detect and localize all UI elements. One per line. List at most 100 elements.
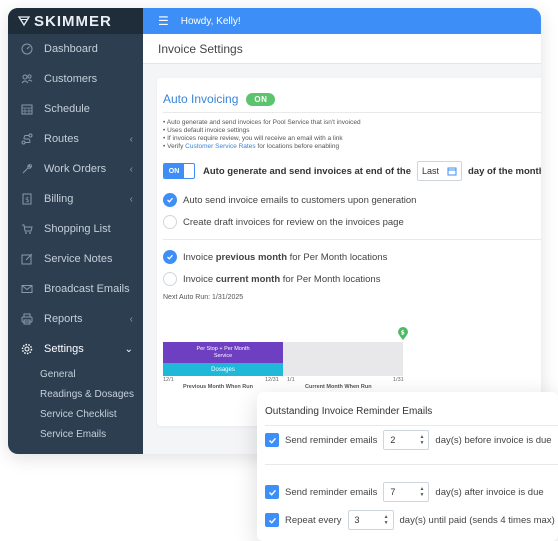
- hamburger-menu-icon[interactable]: ☰: [158, 14, 169, 28]
- dollar-pin-icon: $: [398, 327, 408, 340]
- billing-icon: $: [20, 192, 34, 206]
- customers-icon: [20, 72, 34, 86]
- check-circle-icon: [163, 193, 177, 207]
- status-badge: ON: [246, 92, 276, 106]
- info-bullets: • Auto generate and send invoices for Po…: [157, 113, 541, 151]
- checkbox-checked-icon[interactable]: [265, 485, 279, 499]
- sidebar-item-label: Settings: [44, 343, 84, 355]
- sidebar-item-label: Routes: [44, 133, 79, 145]
- row-label: Send reminder emails: [285, 434, 378, 446]
- option-create-draft[interactable]: Create draft invoices for review on the …: [157, 211, 541, 233]
- sidebar-item-label: Customers: [44, 73, 98, 85]
- sidebar-item-service-notes[interactable]: Service Notes: [8, 244, 143, 274]
- stepper-icon[interactable]: ▲ ▼: [384, 514, 389, 526]
- cart-icon: [20, 222, 34, 236]
- app-window: SKIMMER Dashboard Customers Schedule Rou…: [8, 8, 541, 454]
- auto-invoicing-card: Auto Invoicing ON • Auto generate and se…: [157, 78, 541, 426]
- option-current-month[interactable]: Invoice current month for Per Month loca…: [157, 268, 541, 290]
- option-previous-month[interactable]: Invoice previous month for Per Month loc…: [157, 246, 541, 268]
- generate-suffix: day of the month: [468, 165, 541, 177]
- sidebar-subitem-service-checklist[interactable]: Service Checklist: [8, 404, 143, 424]
- option-label: Invoice current month for Per Month loca…: [183, 273, 381, 285]
- check-circle-icon: [163, 250, 177, 264]
- checkbox-checked-icon[interactable]: [265, 513, 279, 527]
- sidebar-item-label: Shopping List: [44, 223, 111, 235]
- settings-submenu: General Readings & Dosages Service Check…: [8, 364, 143, 444]
- billing-timeline: $ Per Stop + Per Month Service Dosages 1…: [163, 327, 408, 398]
- sidebar-item-label: Dashboard: [44, 43, 98, 55]
- sidebar: SKIMMER Dashboard Customers Schedule Rou…: [8, 8, 143, 454]
- mail-icon: [20, 282, 34, 296]
- divider: [265, 425, 558, 426]
- dashboard-icon: [20, 42, 34, 56]
- toggle-label: ON: [164, 164, 184, 178]
- note-icon: [20, 252, 34, 266]
- sidebar-item-reports[interactable]: Reports ‹: [8, 304, 143, 334]
- sidebar-subitem-general[interactable]: General: [8, 364, 143, 384]
- svg-text:$: $: [25, 196, 29, 204]
- auto-invoicing-header: Auto Invoicing ON: [157, 92, 541, 106]
- option-label: Create draft invoices for review on the …: [183, 216, 404, 228]
- option-label: Auto send invoice emails to customers up…: [183, 194, 417, 206]
- reminder-emails-panel: Outstanding Invoice Reminder Emails Send…: [257, 392, 558, 541]
- row-label: Send reminder emails: [285, 486, 378, 498]
- sidebar-item-shopping-list[interactable]: Shopping List: [8, 214, 143, 244]
- chevron-left-icon: ‹: [129, 163, 133, 175]
- sidebar-subitem-service-emails[interactable]: Service Emails: [8, 424, 143, 444]
- bullet-item: • If invoices require review, you will r…: [163, 135, 343, 142]
- bullet-item: • Verify Customer Service Rates for loca…: [163, 143, 340, 150]
- days-before-input[interactable]: 2 ▲ ▼: [383, 430, 430, 450]
- per-stop-bar: Per Stop + Per Month Service: [163, 342, 283, 363]
- sidebar-item-billing[interactable]: $ Billing ‹: [8, 184, 143, 214]
- sidebar-item-label: Billing: [44, 193, 74, 205]
- auto-generate-row: ON Auto generate and send invoices at en…: [157, 151, 541, 181]
- auto-generate-toggle[interactable]: ON: [163, 163, 195, 179]
- period-select[interactable]: Last: [416, 161, 462, 181]
- bullet-item: • Uses default invoice settings: [163, 127, 250, 134]
- timeline-label: Current Month When Run: [305, 384, 372, 390]
- repeat-days-input[interactable]: 3 ▲ ▼: [347, 510, 394, 530]
- calendar-icon: [20, 102, 34, 116]
- next-auto-run: Next Auto Run: 1/31/2025: [163, 294, 244, 301]
- sidebar-item-settings[interactable]: Settings ⌄: [8, 334, 143, 364]
- option-auto-send[interactable]: Auto send invoice emails to customers up…: [157, 189, 541, 211]
- timeline-date: 12/31: [265, 377, 279, 383]
- sidebar-item-broadcast-emails[interactable]: Broadcast Emails: [8, 274, 143, 304]
- routes-icon: [20, 132, 34, 146]
- stepper-icon[interactable]: ▲ ▼: [419, 486, 424, 498]
- checkbox-checked-icon[interactable]: [265, 433, 279, 447]
- greeting-text: Howdy, Kelly!: [180, 15, 241, 27]
- days-after-input[interactable]: 7 ▲ ▼: [383, 482, 430, 502]
- period-value: Last: [421, 166, 439, 176]
- logo-text: SKIMMER: [34, 12, 112, 30]
- chevron-left-icon: ‹: [129, 193, 133, 205]
- row-suffix: day(s) before invoice is due: [435, 434, 552, 446]
- section-title: Auto Invoicing: [163, 92, 239, 106]
- timeline-date: 12/1: [163, 377, 174, 383]
- sidebar-subitem-readings-dosages[interactable]: Readings & Dosages: [8, 384, 143, 404]
- sidebar-item-routes[interactable]: Routes ‹: [8, 124, 143, 154]
- chevron-left-icon: ‹: [129, 313, 133, 325]
- logo[interactable]: SKIMMER: [8, 8, 143, 34]
- timeline-date: 1/1: [287, 377, 295, 383]
- reminder-before-row: Send reminder emails 2 ▲ ▼ day(s) before i…: [265, 430, 552, 450]
- panel-title: Outstanding Invoice Reminder Emails: [265, 406, 433, 417]
- sidebar-item-work-orders[interactable]: Work Orders ‹: [8, 154, 143, 184]
- sidebar-item-dashboard[interactable]: Dashboard: [8, 34, 143, 64]
- svg-text:$: $: [401, 330, 405, 337]
- chevron-left-icon: ‹: [129, 133, 133, 145]
- reminder-after-row: Send reminder emails 7 ▲ ▼ day(s) after in…: [265, 482, 544, 502]
- current-month-bar: [283, 342, 403, 376]
- sidebar-item-customers[interactable]: Customers: [8, 64, 143, 94]
- printer-icon: [20, 312, 34, 326]
- sidebar-item-label: Schedule: [44, 103, 90, 115]
- chevron-down-icon: ⌄: [124, 343, 133, 355]
- sidebar-item-label: Broadcast Emails: [44, 283, 130, 295]
- sidebar-item-schedule[interactable]: Schedule: [8, 94, 143, 124]
- gear-icon: [20, 342, 34, 356]
- stepper-icon[interactable]: ▲ ▼: [419, 434, 424, 446]
- sidebar-nav: Dashboard Customers Schedule Routes ‹ Wo…: [8, 34, 143, 364]
- generate-text: Auto generate and send invoices at end o…: [203, 165, 411, 177]
- customer-service-rates-link[interactable]: Customer Service Rates: [185, 143, 255, 150]
- empty-circle-icon: [163, 215, 177, 229]
